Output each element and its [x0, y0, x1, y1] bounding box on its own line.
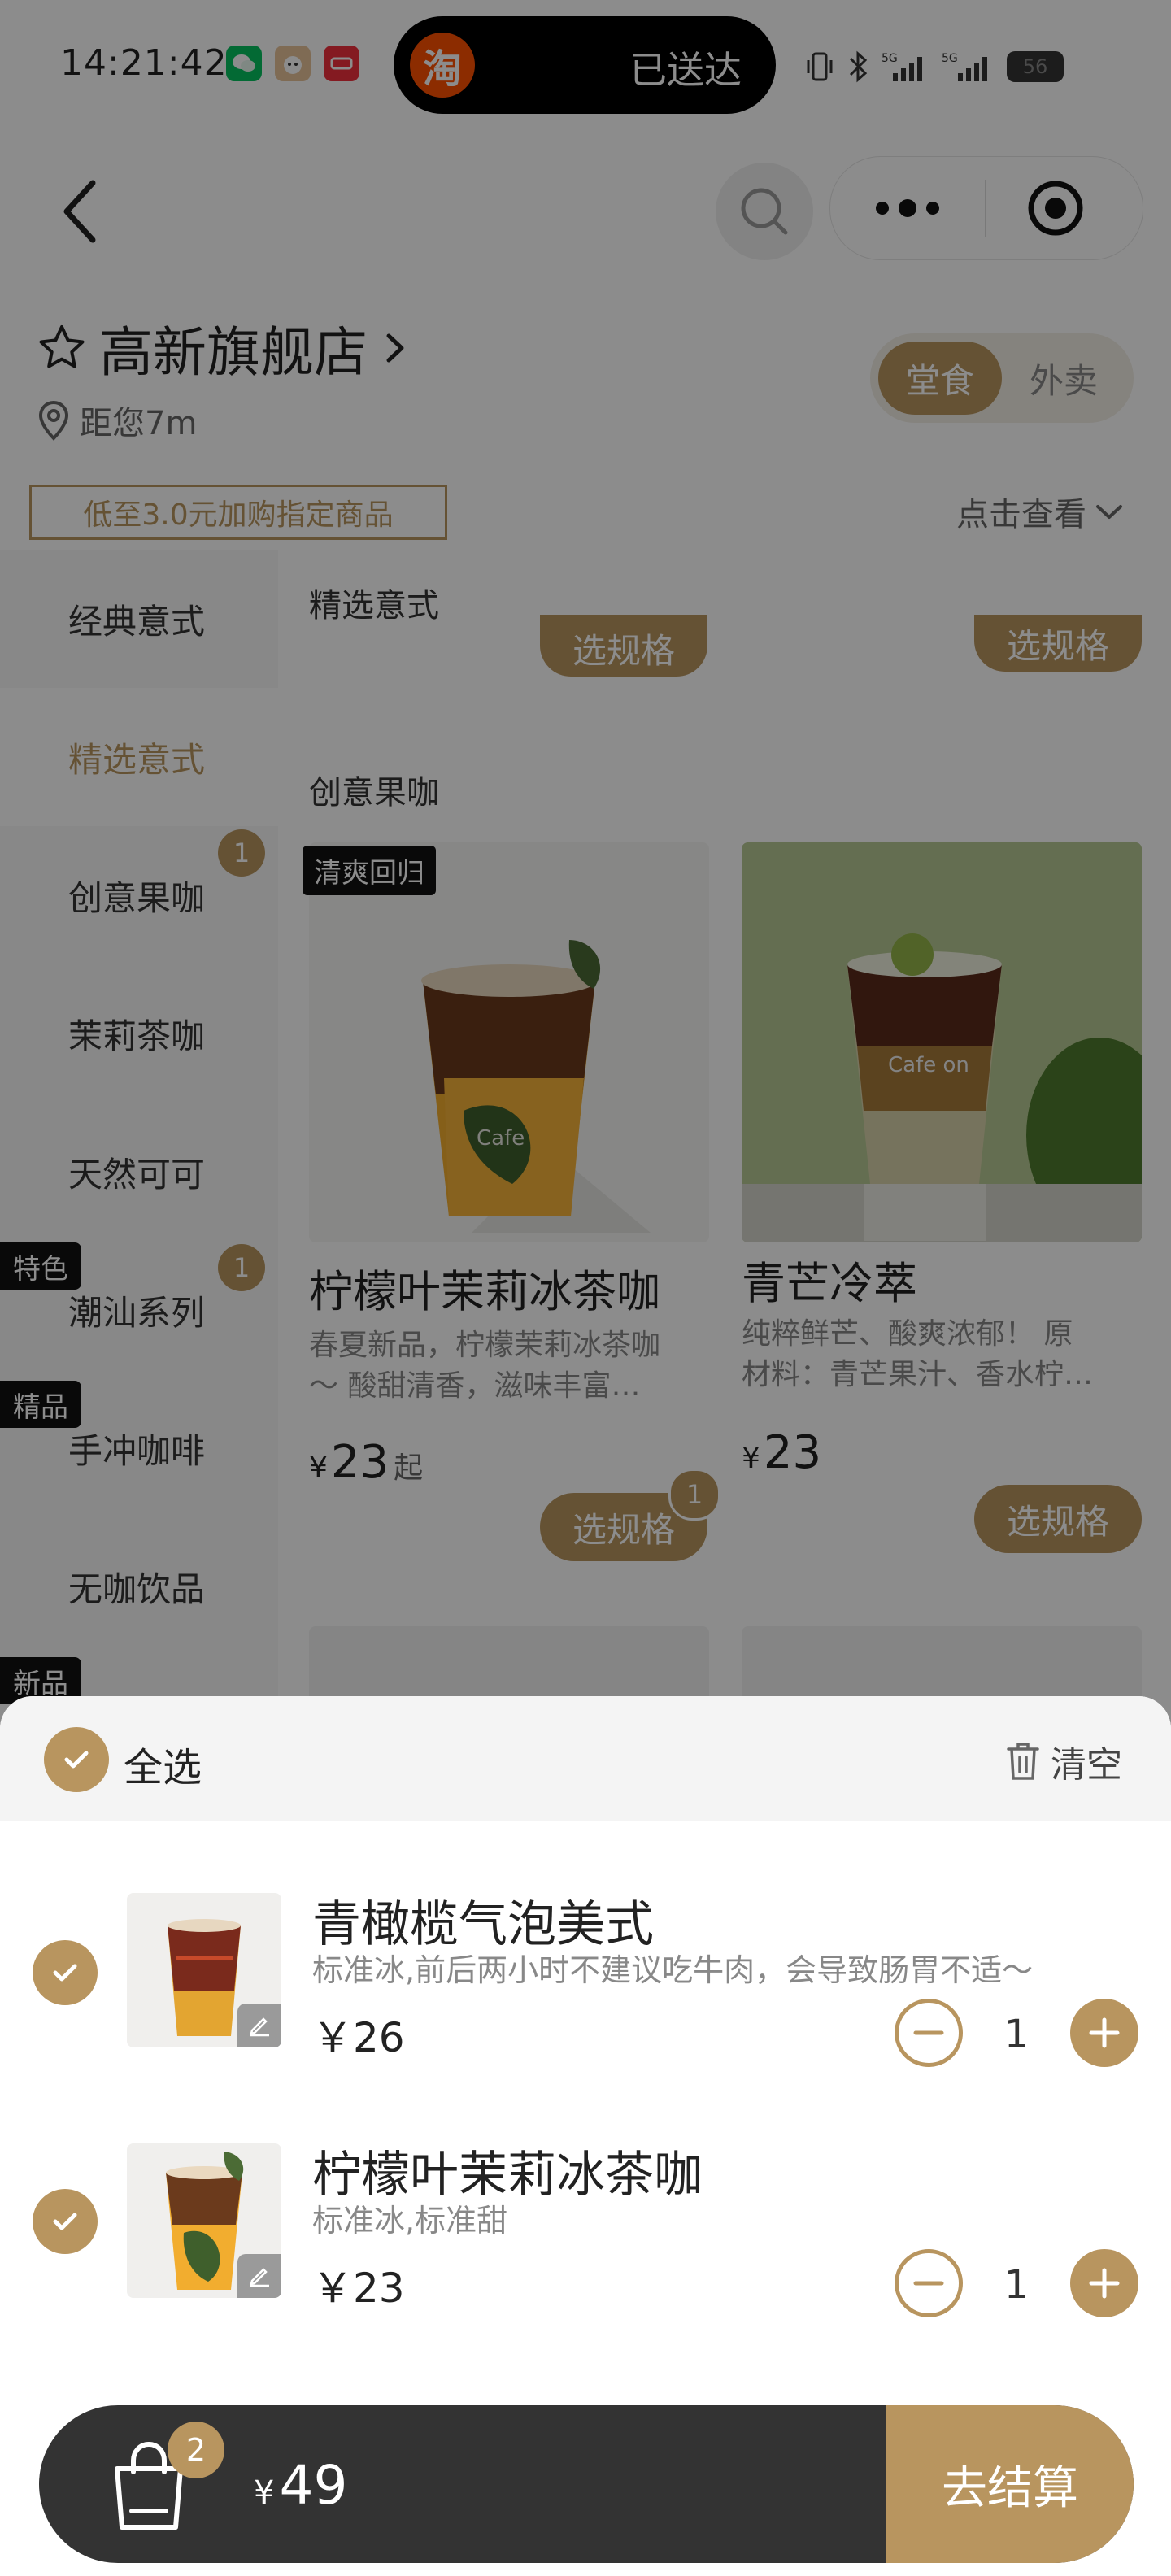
decrease-qty-button[interactable]: [895, 1999, 963, 2067]
clear-cart-label: 清空: [1051, 1744, 1122, 1786]
item-quantity: 1: [1003, 2012, 1030, 2057]
currency-symbol: ¥: [254, 2474, 275, 2512]
cart-item-price: ￥23: [312, 2265, 405, 2312]
select-all-checkbox[interactable]: [44, 1727, 109, 1792]
item-quantity: 1: [1003, 2262, 1030, 2308]
increase-qty-button[interactable]: [1070, 1999, 1138, 2067]
check-icon: [53, 2213, 77, 2230]
minus-icon: [913, 2030, 944, 2035]
item-checkbox[interactable]: [33, 1940, 98, 2005]
plus-icon: [1089, 2017, 1120, 2048]
cart-item-spec: 标准冰,前后两小时不建议吃牛肉，会导致肠胃不适～: [312, 1952, 1034, 1988]
trash-icon: [1007, 1743, 1039, 1780]
minus-icon: [913, 2281, 944, 2286]
cart-count-badge: 2: [168, 2422, 224, 2478]
select-all-label[interactable]: 全选: [124, 1735, 202, 1792]
cart-item-price: ￥26: [312, 2014, 405, 2061]
decrease-qty-button[interactable]: [895, 2249, 963, 2317]
item-checkbox[interactable]: [33, 2189, 98, 2254]
cart-item-thumbnail[interactable]: [127, 1893, 281, 2047]
cart-item-thumbnail[interactable]: [127, 2143, 281, 2298]
checkout-bar: 2 ¥ 49 去结算: [39, 2405, 1134, 2563]
clear-cart-button[interactable]: 清空: [1005, 1735, 1122, 1787]
cart-item-spec: 标准冰,标准甜: [312, 2203, 508, 2239]
cart-total: ¥ 49: [254, 2454, 347, 2517]
cart-sheet-header: 全选 清空: [0, 1696, 1171, 1821]
check-icon: [53, 1964, 77, 1982]
total-amount: 49: [279, 2454, 348, 2517]
edit-icon[interactable]: [237, 2004, 281, 2047]
increase-qty-button[interactable]: [1070, 2249, 1138, 2317]
check-icon: [64, 1751, 89, 1769]
checkout-button[interactable]: 去结算: [886, 2405, 1134, 2563]
plus-icon: [1089, 2268, 1120, 2299]
edit-icon[interactable]: [237, 2254, 281, 2298]
